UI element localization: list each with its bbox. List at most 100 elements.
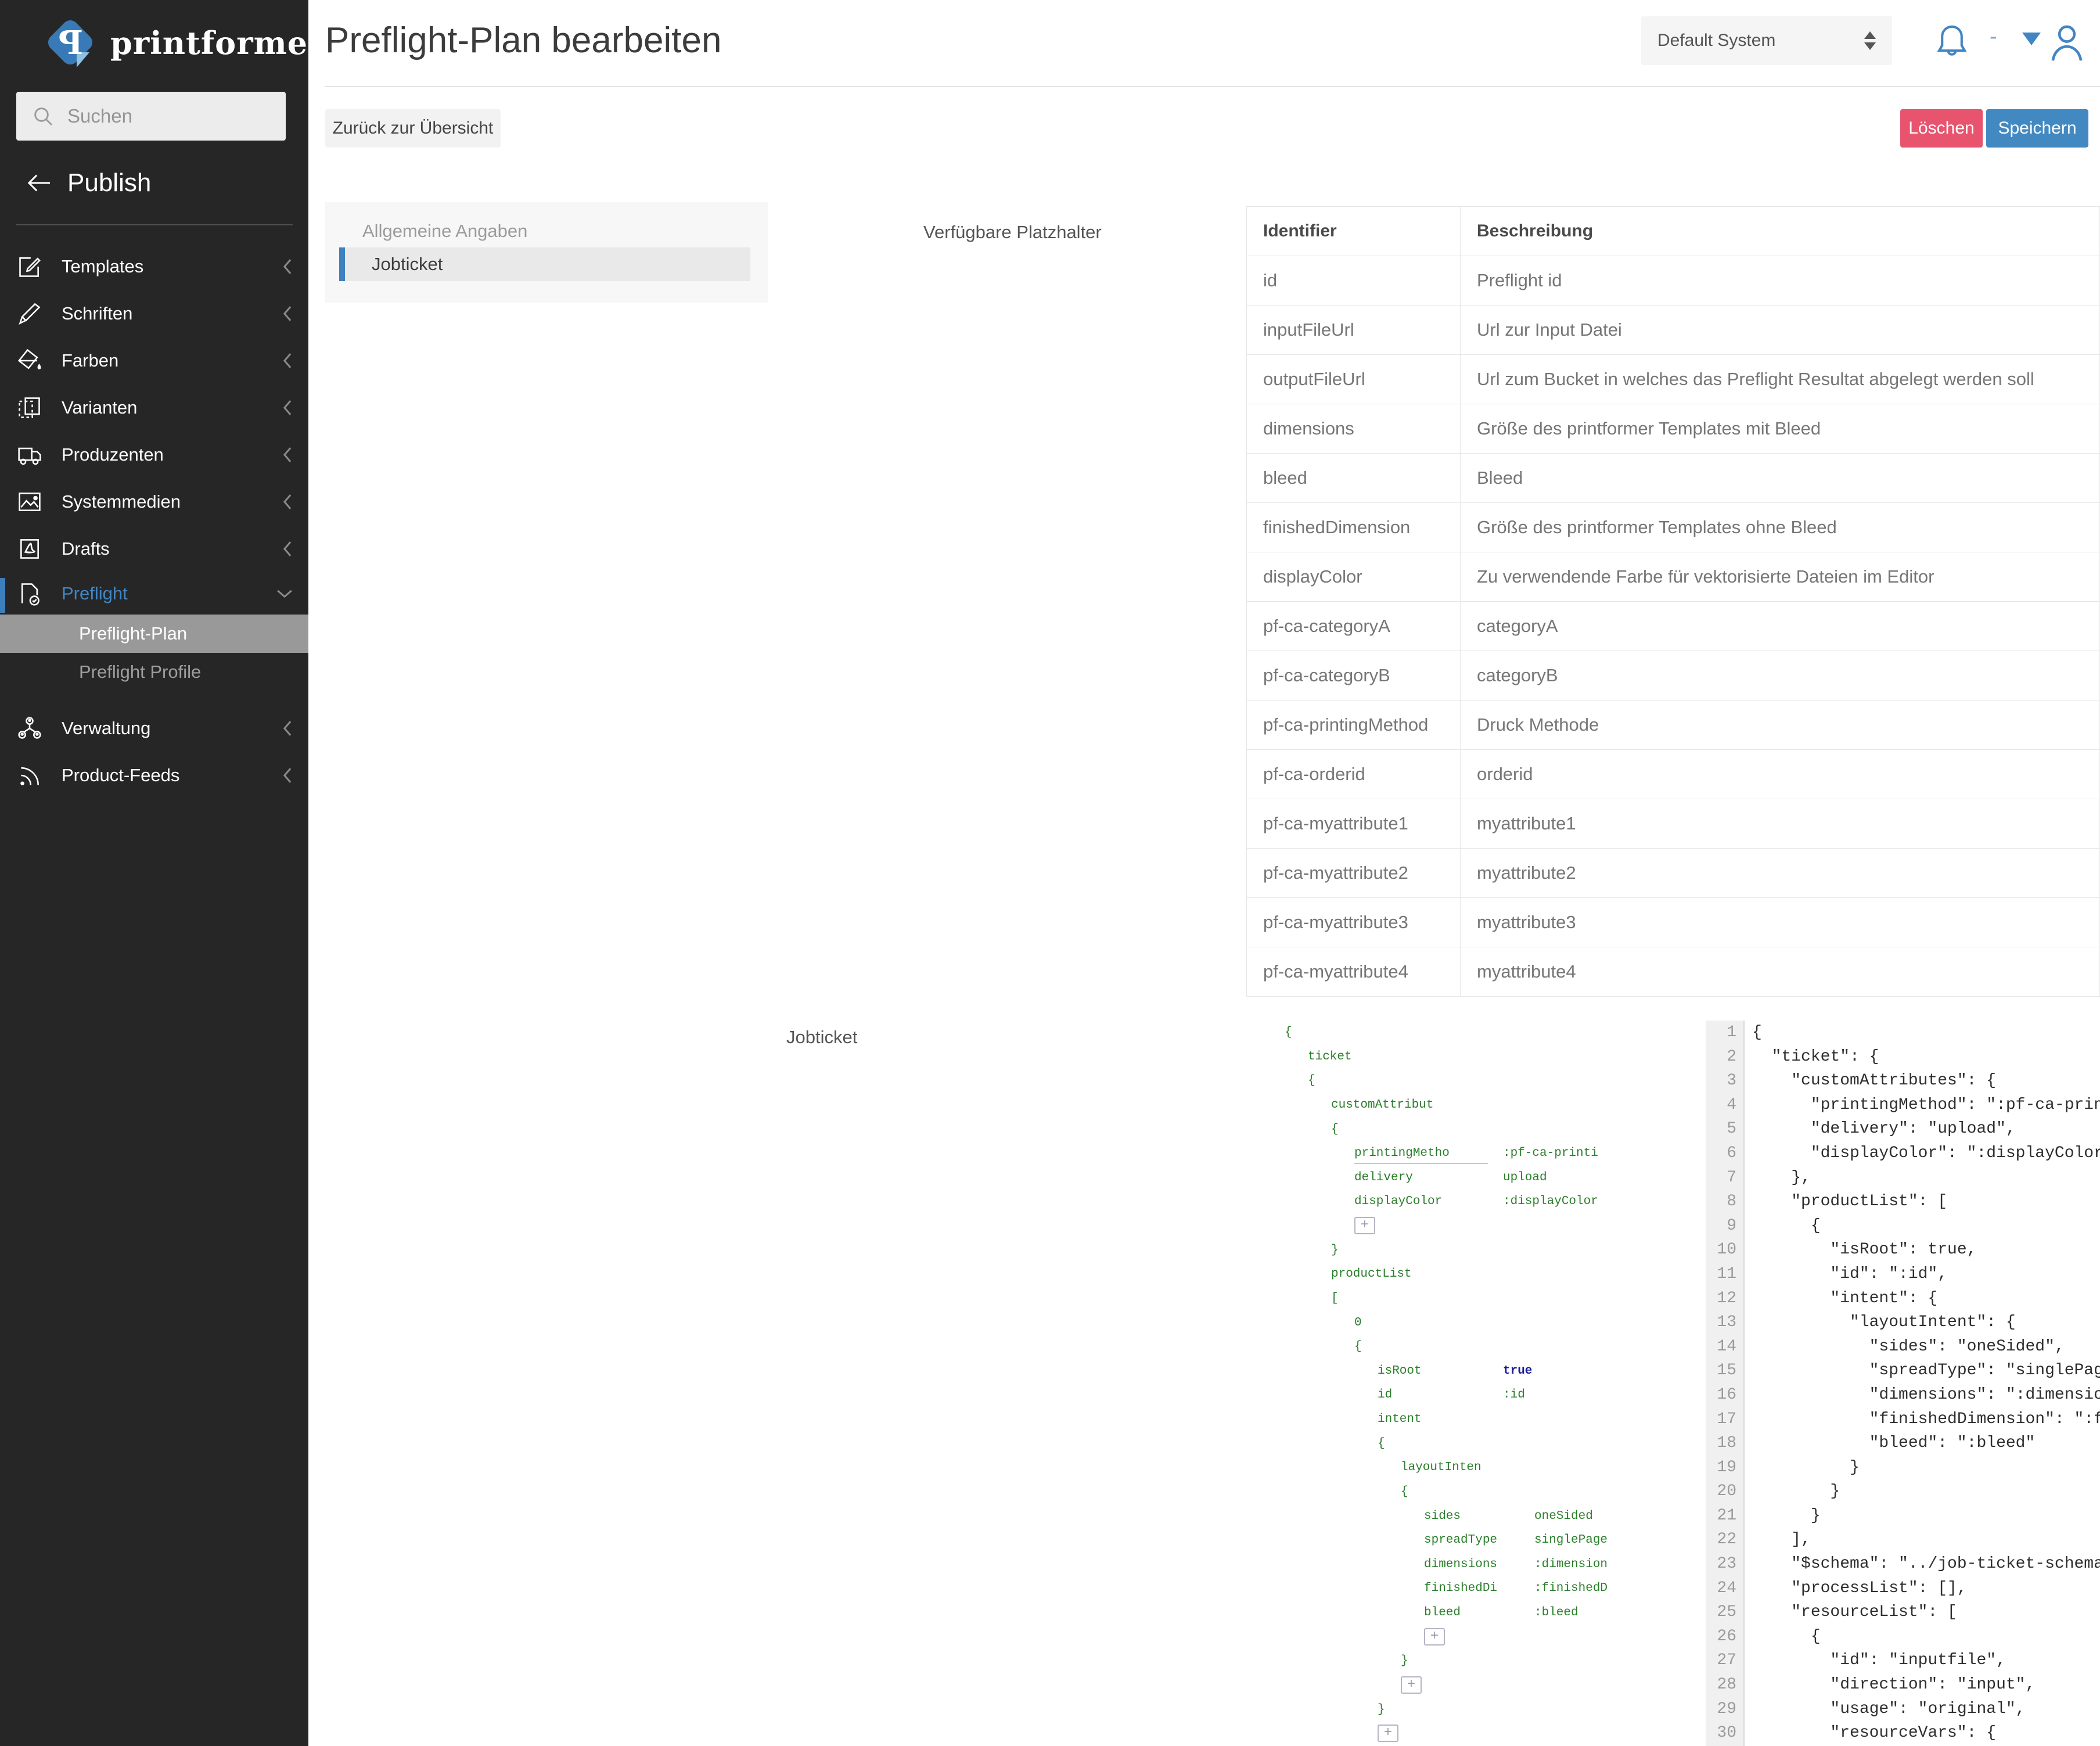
tree-field-name[interactable]: spreadType bbox=[1424, 1528, 1519, 1553]
identifier-cell: id bbox=[1247, 256, 1461, 306]
sidebar-subitem-preflight-profile[interactable]: Preflight Profile bbox=[0, 653, 308, 691]
tree-field-name[interactable]: isRoot bbox=[1378, 1359, 1488, 1384]
brand-logo[interactable]: P printformer bbox=[46, 15, 325, 71]
sidebar-item-drafts[interactable]: Drafts bbox=[0, 525, 308, 572]
identifier-cell: bleed bbox=[1247, 454, 1461, 503]
tree-field-value[interactable]: :id bbox=[1503, 1383, 1525, 1407]
table-row: pf-ca-printingMethodDruck Methode bbox=[1247, 700, 2100, 750]
sidebar-item-label: Systemmedien bbox=[62, 491, 181, 512]
tree-field-value[interactable]: :dimension bbox=[1534, 1553, 1608, 1577]
user-avatar-icon[interactable] bbox=[2047, 21, 2087, 64]
gutter-line-number: 27 bbox=[1706, 1648, 1743, 1673]
tree-field-value[interactable]: :bleed bbox=[1534, 1601, 1578, 1625]
notifications-bell-icon[interactable] bbox=[1934, 22, 1970, 63]
gutter-line-number: 20 bbox=[1706, 1479, 1743, 1504]
identifier-cell: pf-ca-myattribute4 bbox=[1247, 947, 1461, 997]
truck-icon bbox=[16, 441, 43, 468]
plus-icon[interactable]: + bbox=[1354, 1217, 1375, 1234]
tree-text: { bbox=[1331, 1123, 1339, 1136]
code-line: ], bbox=[1746, 1528, 2100, 1552]
plus-icon[interactable]: + bbox=[1401, 1676, 1422, 1694]
gutter-line-number: 26 bbox=[1706, 1625, 1743, 1649]
plus-icon[interactable]: + bbox=[1378, 1725, 1398, 1742]
tree-field-value[interactable]: :finishedD bbox=[1534, 1576, 1608, 1601]
jobticket-tree-editor[interactable]: {ticket{customAttribut{printingMetho:pf-… bbox=[1285, 1021, 1706, 1746]
tree-key: layoutInten bbox=[1401, 1456, 1488, 1480]
tree-field-value[interactable]: oneSided bbox=[1534, 1504, 1593, 1529]
save-button[interactable]: Speichern bbox=[1986, 109, 2088, 148]
beschreibung-cell: myattribute4 bbox=[1461, 947, 2100, 997]
tree-field-value[interactable]: :displayColor bbox=[1503, 1190, 1598, 1214]
chevron-left-icon bbox=[281, 304, 294, 324]
tab-jobticket[interactable]: Jobticket bbox=[339, 247, 750, 281]
jobticket-code-editor[interactable]: { "ticket": { "customAttributes": { "pri… bbox=[1746, 1021, 2100, 1746]
jobticket-label: Jobticket bbox=[786, 1027, 857, 1048]
chevron-left-icon bbox=[281, 492, 294, 512]
page: P printformer Publish Templates Schriften… bbox=[0, 0, 2100, 1746]
gutter-line-number: 3 bbox=[1706, 1069, 1743, 1093]
sidebar-item-product-feeds[interactable]: Product-Feeds bbox=[0, 752, 308, 799]
sidebar-item-farben[interactable]: Farben bbox=[0, 337, 308, 384]
placeholders-heading: Verfügbare Platzhalter bbox=[923, 222, 1102, 243]
code-line: "productList": [ bbox=[1746, 1190, 2100, 1214]
code-line: "id": ":id", bbox=[1746, 1262, 2100, 1287]
sidebar-item-schriften[interactable]: Schriften bbox=[0, 290, 308, 337]
sidebar-item-preflight[interactable]: Preflight bbox=[0, 572, 308, 615]
pen-icon bbox=[16, 300, 43, 327]
user-menu-caret-icon[interactable] bbox=[2022, 33, 2041, 45]
plus-icon[interactable]: + bbox=[1424, 1628, 1445, 1646]
system-select[interactable]: Default System bbox=[1641, 16, 1892, 65]
sidebar-item-systemmedien[interactable]: Systemmedien bbox=[0, 478, 308, 525]
tree-field-row: printingMetho:pf-ca-printi bbox=[1354, 1141, 1488, 1166]
tree-field-name[interactable]: bleed bbox=[1424, 1601, 1519, 1625]
sidebar-item-produzenten[interactable]: Produzenten bbox=[0, 431, 308, 478]
tree-field-value[interactable]: true bbox=[1503, 1359, 1532, 1384]
tree-text[interactable]: customAttribut bbox=[1331, 1093, 1488, 1118]
tree-field-value[interactable]: upload bbox=[1503, 1166, 1547, 1190]
tree-text[interactable]: productList bbox=[1331, 1262, 1488, 1287]
sidebar-subitem-preflight-plan[interactable]: Preflight-Plan bbox=[0, 615, 308, 653]
sidebar-item-verwaltung[interactable]: Verwaltung bbox=[0, 705, 308, 752]
beschreibung-cell: Größe des printformer Templates mit Blee… bbox=[1461, 404, 2100, 454]
tree-field-value[interactable]: singlePage bbox=[1534, 1528, 1608, 1553]
sidebar-item-label: Schriften bbox=[62, 303, 132, 324]
code-line: } bbox=[1746, 1456, 2100, 1480]
tree-text[interactable]: layoutInten bbox=[1401, 1456, 1488, 1480]
code-line: "delivery": "upload", bbox=[1746, 1117, 2100, 1141]
tab-general[interactable]: Allgemeine Angaben bbox=[362, 221, 527, 242]
tree-field-name[interactable]: finishedDi bbox=[1424, 1576, 1519, 1601]
tree-text: { bbox=[1378, 1437, 1385, 1450]
table-row: dimensionsGröße des printformer Template… bbox=[1247, 404, 2100, 454]
sidebar-search[interactable] bbox=[16, 92, 286, 141]
tree-bracket: { bbox=[1331, 1118, 1339, 1142]
back-to-overview-button[interactable]: Zurück zur Übersicht bbox=[325, 109, 501, 148]
beschreibung-cell: categoryA bbox=[1461, 602, 2100, 651]
sidebar-item-templates[interactable]: Templates bbox=[0, 243, 308, 290]
tree-field-name[interactable]: displayColor bbox=[1354, 1190, 1488, 1214]
tree-field-row: spreadTypesinglePage bbox=[1424, 1528, 1519, 1553]
tree-field-row: bleed:bleed bbox=[1424, 1601, 1519, 1625]
preflight-icon bbox=[16, 580, 43, 607]
tree-text[interactable]: ticket bbox=[1308, 1045, 1488, 1069]
tree-text[interactable]: intent bbox=[1378, 1407, 1488, 1432]
templates-icon bbox=[16, 253, 43, 280]
sidebar-section-header[interactable]: Publish bbox=[26, 164, 151, 202]
tree-field-name[interactable]: sides bbox=[1424, 1504, 1519, 1529]
tree-text: } bbox=[1378, 1703, 1385, 1716]
tree-field-name[interactable]: dimensions bbox=[1424, 1553, 1519, 1577]
tree-field-name[interactable]: printingMetho bbox=[1354, 1143, 1488, 1164]
tree-field-name[interactable]: delivery bbox=[1354, 1166, 1488, 1190]
tree-bracket: } bbox=[1378, 1698, 1385, 1722]
table-row: pf-ca-orderidorderid bbox=[1247, 750, 2100, 799]
search-input[interactable] bbox=[67, 105, 265, 127]
gutter-line-number: 14 bbox=[1706, 1335, 1743, 1359]
gutter-line-number: 25 bbox=[1706, 1600, 1743, 1625]
delete-button[interactable]: Löschen bbox=[1900, 109, 1983, 148]
sidebar-item-varianten[interactable]: Varianten bbox=[0, 384, 308, 431]
table-row: pf-ca-myattribute4myattribute4 bbox=[1247, 947, 2100, 997]
code-line: }, bbox=[1746, 1166, 2100, 1190]
sidebar-item-label: Templates bbox=[62, 256, 143, 277]
tree-field-name[interactable]: id bbox=[1378, 1383, 1488, 1407]
tree-field-value[interactable]: :pf-ca-printi bbox=[1503, 1141, 1598, 1166]
col-identifier: Identifier bbox=[1247, 207, 1461, 256]
